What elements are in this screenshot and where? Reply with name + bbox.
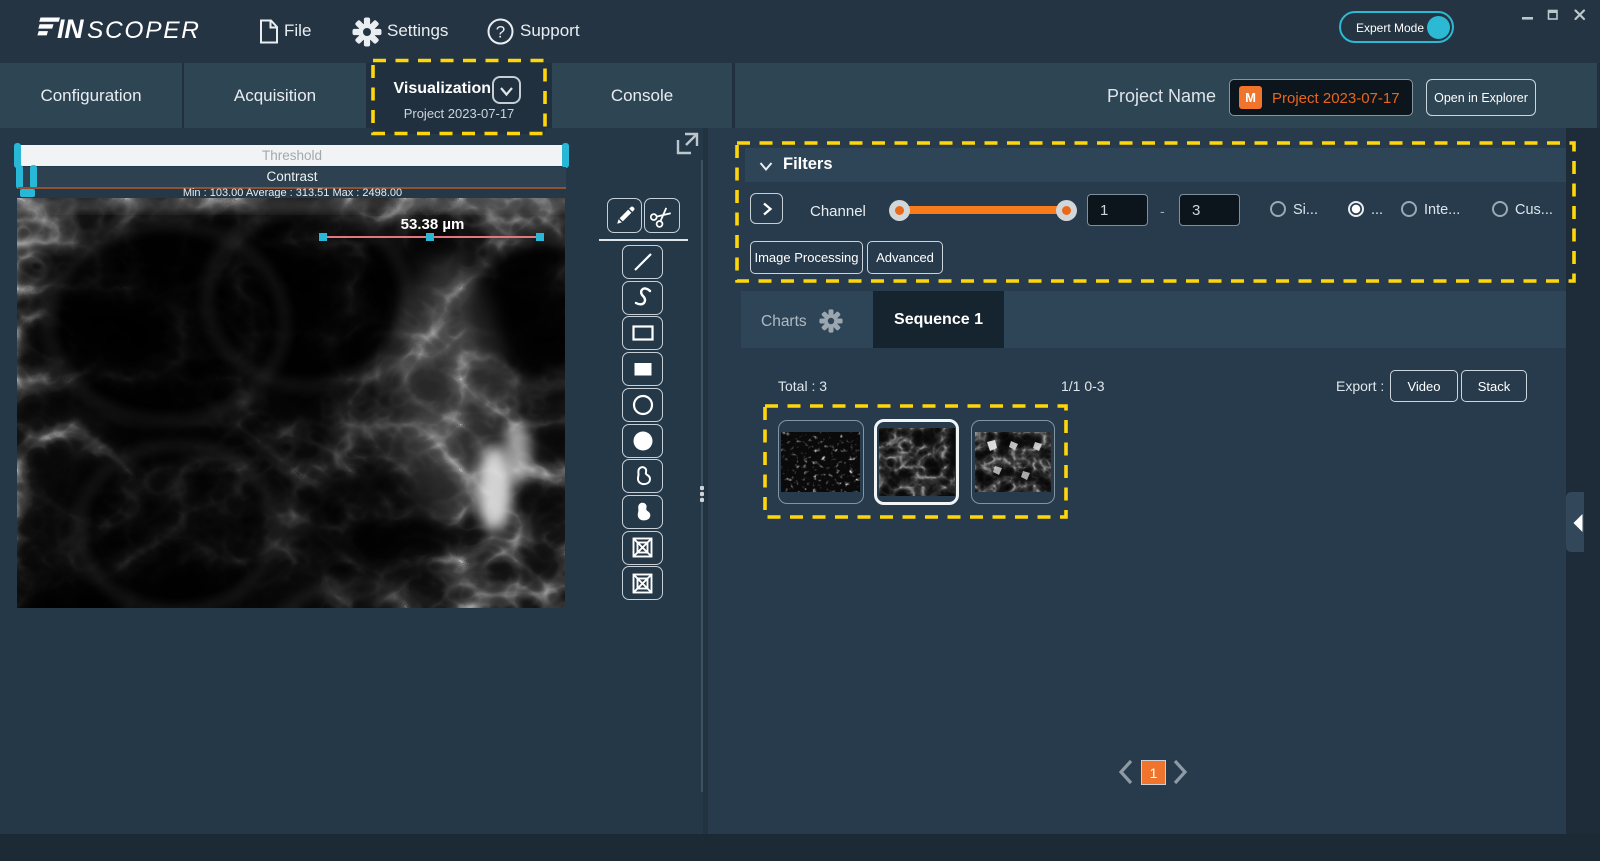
svg-text:IN: IN — [57, 14, 84, 44]
svg-text:SCOPER: SCOPER — [87, 17, 201, 44]
svg-text:?: ? — [496, 23, 505, 42]
